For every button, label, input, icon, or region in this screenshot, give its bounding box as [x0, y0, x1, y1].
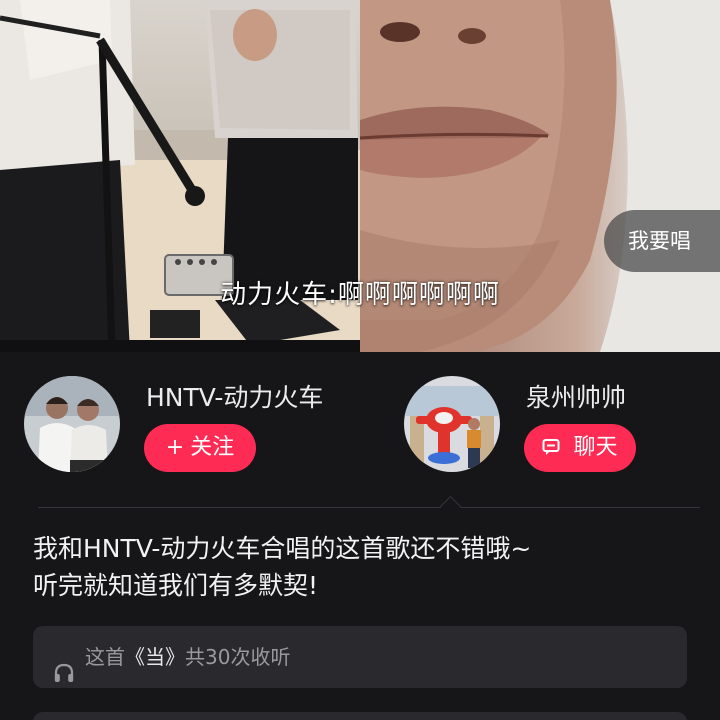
i-want-to-sing-button[interactable]: 我要唱	[604, 210, 720, 272]
song-listen-text: 这首《当》共30次收听	[85, 626, 290, 688]
duet-video-player[interactable]: 动力火车:啊啊啊啊啊啊 我要唱	[0, 0, 720, 352]
chat-label: 聊天	[573, 435, 618, 460]
left-user-avatar[interactable]	[24, 376, 120, 472]
plus-icon: +	[165, 435, 185, 460]
follow-label: 关注	[190, 435, 235, 460]
right-user-avatar[interactable]	[404, 376, 500, 472]
song-listen-count: 共30次收听	[185, 645, 291, 669]
chat-button[interactable]: 聊天	[524, 424, 636, 472]
song-prefix: 这首	[85, 645, 125, 669]
description-line-2: 听完就知道我们有多默契!	[33, 571, 319, 600]
headphones-icon	[53, 646, 75, 708]
divider-pointer	[439, 495, 462, 518]
left-user-name[interactable]: HNTV-动力火车	[146, 378, 323, 414]
chat-icon	[542, 435, 567, 460]
description-line-1: 我和HNTV-动力火车合唱的这首歌还不错哦~	[33, 534, 532, 563]
duet-share-page: 动力火车:啊啊啊啊啊啊 我要唱 HNTV-动力火车 + 关注 泉州帅帅 聊天 我…	[0, 0, 720, 720]
song-title-link[interactable]: 《当》	[125, 645, 185, 669]
song-info-card[interactable]: 这首《当》共30次收听	[33, 626, 687, 688]
follow-button[interactable]: + 关注	[144, 424, 256, 472]
next-content-card	[33, 712, 687, 720]
section-divider	[38, 507, 700, 508]
right-user-name[interactable]: 泉州帅帅	[526, 378, 626, 414]
duet-description: 我和HNTV-动力火车合唱的这首歌还不错哦~ 听完就知道我们有多默契!	[33, 530, 693, 604]
lyric-caption: 动力火车:啊啊啊啊啊啊	[220, 280, 500, 310]
